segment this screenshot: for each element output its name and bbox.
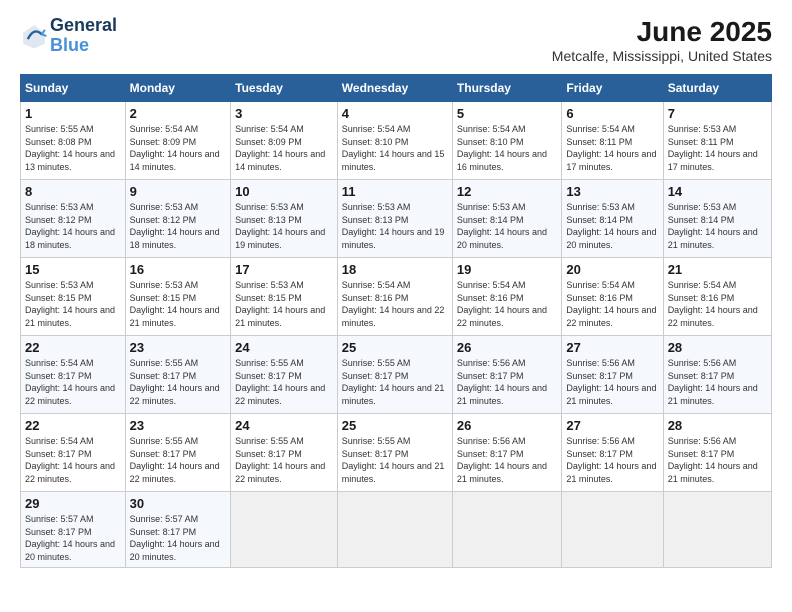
calendar-table: Sunday Monday Tuesday Wednesday Thursday… bbox=[20, 74, 772, 568]
calendar-week-row: 8 Sunrise: 5:53 AMSunset: 8:12 PMDayligh… bbox=[21, 180, 772, 258]
table-row: 18 Sunrise: 5:54 AMSunset: 8:16 PMDaylig… bbox=[337, 258, 452, 336]
empty-cell bbox=[562, 492, 663, 568]
col-saturday: Saturday bbox=[663, 75, 771, 102]
calendar-week-row: 22 Sunrise: 5:54 AMSunset: 8:17 PMDaylig… bbox=[21, 336, 772, 414]
empty-cell bbox=[663, 492, 771, 568]
table-row: 2 Sunrise: 5:54 AMSunset: 8:09 PMDayligh… bbox=[125, 102, 231, 180]
table-row: 20 Sunrise: 5:54 AMSunset: 8:16 PMDaylig… bbox=[562, 258, 663, 336]
page: GeneralBlue June 2025 Metcalfe, Mississi… bbox=[0, 0, 792, 612]
table-row: 22 Sunrise: 5:54 AMSunset: 8:17 PMDaylig… bbox=[21, 336, 126, 414]
table-row: 21 Sunrise: 5:54 AMSunset: 8:16 PMDaylig… bbox=[663, 258, 771, 336]
table-row: 16 Sunrise: 5:53 AMSunset: 8:15 PMDaylig… bbox=[125, 258, 231, 336]
month-title: June 2025 bbox=[552, 16, 772, 48]
table-row: 27 Sunrise: 5:56 AMSunset: 8:17 PMDaylig… bbox=[562, 336, 663, 414]
table-row: 22 Sunrise: 5:54 AMSunset: 8:17 PMDaylig… bbox=[21, 414, 126, 492]
table-row: 19 Sunrise: 5:54 AMSunset: 8:16 PMDaylig… bbox=[452, 258, 561, 336]
table-row: 25 Sunrise: 5:55 AMSunset: 8:17 PMDaylig… bbox=[337, 336, 452, 414]
calendar-header-row: Sunday Monday Tuesday Wednesday Thursday… bbox=[21, 75, 772, 102]
table-row: 8 Sunrise: 5:53 AMSunset: 8:12 PMDayligh… bbox=[21, 180, 126, 258]
table-row: 10 Sunrise: 5:53 AMSunset: 8:13 PMDaylig… bbox=[231, 180, 338, 258]
table-row: 1 Sunrise: 5:55 AMSunset: 8:08 PMDayligh… bbox=[21, 102, 126, 180]
calendar-week-row: 29 Sunrise: 5:57 AMSunset: 8:17 PMDaylig… bbox=[21, 492, 772, 568]
calendar-week-row: 1 Sunrise: 5:55 AMSunset: 8:08 PMDayligh… bbox=[21, 102, 772, 180]
table-row: 30 Sunrise: 5:57 AMSunset: 8:17 PMDaylig… bbox=[125, 492, 231, 568]
col-thursday: Thursday bbox=[452, 75, 561, 102]
table-row: 5 Sunrise: 5:54 AMSunset: 8:10 PMDayligh… bbox=[452, 102, 561, 180]
table-row: 7 Sunrise: 5:53 AMSunset: 8:11 PMDayligh… bbox=[663, 102, 771, 180]
table-row: 24 Sunrise: 5:55 AMSunset: 8:17 PMDaylig… bbox=[231, 414, 338, 492]
table-row: 28 Sunrise: 5:56 AMSunset: 8:17 PMDaylig… bbox=[663, 414, 771, 492]
table-row: 23 Sunrise: 5:55 AMSunset: 8:17 PMDaylig… bbox=[125, 336, 231, 414]
table-row: 26 Sunrise: 5:56 AMSunset: 8:17 PMDaylig… bbox=[452, 414, 561, 492]
table-row: 29 Sunrise: 5:57 AMSunset: 8:17 PMDaylig… bbox=[21, 492, 126, 568]
table-row: 15 Sunrise: 5:53 AMSunset: 8:15 PMDaylig… bbox=[21, 258, 126, 336]
table-row: 3 Sunrise: 5:54 AMSunset: 8:09 PMDayligh… bbox=[231, 102, 338, 180]
table-row: 6 Sunrise: 5:54 AMSunset: 8:11 PMDayligh… bbox=[562, 102, 663, 180]
empty-cell bbox=[231, 492, 338, 568]
table-row: 12 Sunrise: 5:53 AMSunset: 8:14 PMDaylig… bbox=[452, 180, 561, 258]
calendar-body: 1 Sunrise: 5:55 AMSunset: 8:08 PMDayligh… bbox=[21, 102, 772, 568]
calendar-week-row: 22 Sunrise: 5:54 AMSunset: 8:17 PMDaylig… bbox=[21, 414, 772, 492]
table-row: 23 Sunrise: 5:55 AMSunset: 8:17 PMDaylig… bbox=[125, 414, 231, 492]
header: GeneralBlue June 2025 Metcalfe, Mississi… bbox=[20, 16, 772, 64]
title-block: June 2025 Metcalfe, Mississippi, United … bbox=[552, 16, 772, 64]
col-friday: Friday bbox=[562, 75, 663, 102]
empty-cell bbox=[452, 492, 561, 568]
col-sunday: Sunday bbox=[21, 75, 126, 102]
table-row: 28 Sunrise: 5:56 AMSunset: 8:17 PMDaylig… bbox=[663, 336, 771, 414]
col-tuesday: Tuesday bbox=[231, 75, 338, 102]
table-row: 25 Sunrise: 5:55 AMSunset: 8:17 PMDaylig… bbox=[337, 414, 452, 492]
table-row: 13 Sunrise: 5:53 AMSunset: 8:14 PMDaylig… bbox=[562, 180, 663, 258]
table-row: 11 Sunrise: 5:53 AMSunset: 8:13 PMDaylig… bbox=[337, 180, 452, 258]
logo-icon bbox=[20, 22, 48, 50]
location-title: Metcalfe, Mississippi, United States bbox=[552, 48, 772, 64]
table-row: 26 Sunrise: 5:56 AMSunset: 8:17 PMDaylig… bbox=[452, 336, 561, 414]
logo-text: GeneralBlue bbox=[50, 16, 117, 56]
calendar-week-row: 15 Sunrise: 5:53 AMSunset: 8:15 PMDaylig… bbox=[21, 258, 772, 336]
col-wednesday: Wednesday bbox=[337, 75, 452, 102]
logo: GeneralBlue bbox=[20, 16, 117, 56]
table-row: 4 Sunrise: 5:54 AMSunset: 8:10 PMDayligh… bbox=[337, 102, 452, 180]
table-row: 24 Sunrise: 5:55 AMSunset: 8:17 PMDaylig… bbox=[231, 336, 338, 414]
table-row: 9 Sunrise: 5:53 AMSunset: 8:12 PMDayligh… bbox=[125, 180, 231, 258]
table-row: 14 Sunrise: 5:53 AMSunset: 8:14 PMDaylig… bbox=[663, 180, 771, 258]
table-row: 27 Sunrise: 5:56 AMSunset: 8:17 PMDaylig… bbox=[562, 414, 663, 492]
table-row: 17 Sunrise: 5:53 AMSunset: 8:15 PMDaylig… bbox=[231, 258, 338, 336]
empty-cell bbox=[337, 492, 452, 568]
col-monday: Monday bbox=[125, 75, 231, 102]
